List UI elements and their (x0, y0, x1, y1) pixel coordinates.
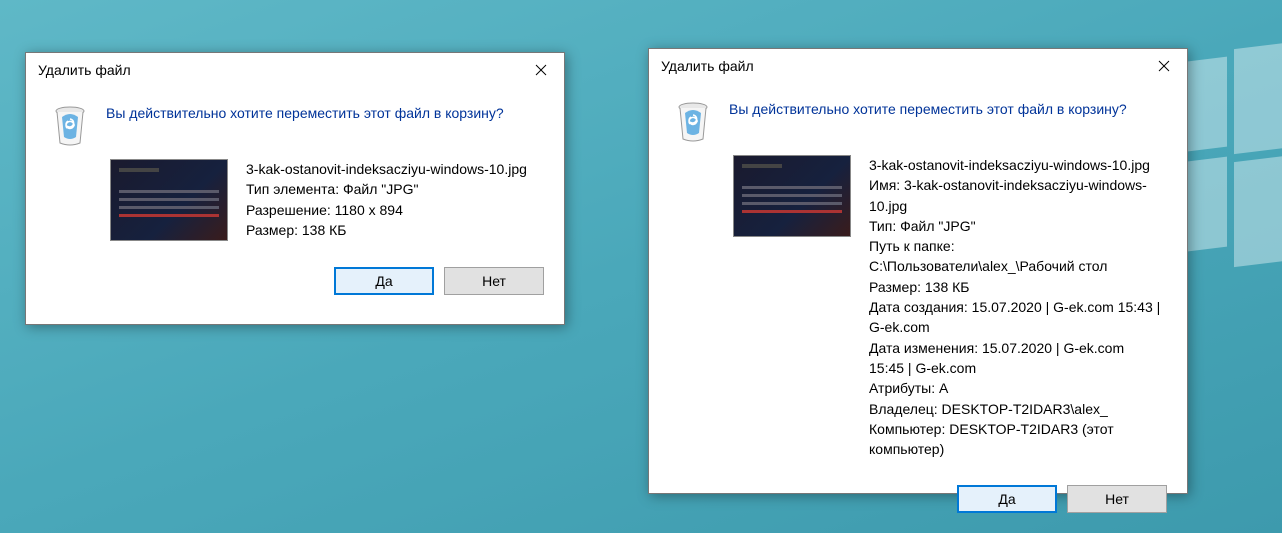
delete-file-dialog-simple: Удалить файл Вы действительно хотите пер… (25, 52, 565, 325)
detail-line: Владелец: DESKTOP-T2IDAR3\alex_ (869, 399, 1163, 419)
file-thumbnail (110, 159, 228, 241)
yes-button[interactable]: Да (334, 267, 434, 295)
dialog-title: Удалить файл (38, 62, 518, 78)
titlebar: Удалить файл (649, 49, 1187, 83)
close-button[interactable] (1141, 50, 1187, 82)
recycle-bin-icon (50, 101, 90, 149)
detail-line: Имя: 3-kak-ostanovit-indeksacziyu-window… (869, 175, 1163, 216)
detail-line: Путь к папке: C:\Пользователи\alex_\Рабо… (869, 236, 1163, 277)
detail-line: Атрибуты: A (869, 378, 1163, 398)
file-details: 3-kak-ostanovit-indeksacziyu-windows-10.… (869, 155, 1163, 459)
file-name: 3-kak-ostanovit-indeksacziyu-windows-10.… (869, 155, 1163, 175)
file-details: 3-kak-ostanovit-indeksacziyu-windows-10.… (246, 159, 527, 240)
dialog-title: Удалить файл (661, 58, 1141, 74)
no-button[interactable]: Нет (1067, 485, 1167, 513)
windows-logo-decor (1172, 0, 1282, 533)
file-name: 3-kak-ostanovit-indeksacziyu-windows-10.… (246, 159, 527, 179)
detail-line: Компьютер: DESKTOP-T2IDAR3 (этот компьют… (869, 419, 1163, 460)
close-button[interactable] (518, 54, 564, 86)
detail-line: Дата создания: 15.07.2020 | G-ek.com 15:… (869, 297, 1163, 338)
titlebar: Удалить файл (26, 53, 564, 87)
detail-line: Разрешение: 1180 x 894 (246, 200, 527, 220)
no-button[interactable]: Нет (444, 267, 544, 295)
file-thumbnail (733, 155, 851, 237)
detail-line: Тип: Файл "JPG" (869, 216, 1163, 236)
delete-file-dialog-detailed: Удалить файл Вы действительно хотите пер… (648, 48, 1188, 494)
detail-line: Тип элемента: Файл "JPG" (246, 179, 527, 199)
close-icon (535, 64, 547, 76)
close-icon (1158, 60, 1170, 72)
yes-button[interactable]: Да (957, 485, 1057, 513)
detail-line: Размер: 138 КБ (246, 220, 527, 240)
dialog-heading: Вы действительно хотите переместить этот… (106, 101, 504, 121)
dialog-heading: Вы действительно хотите переместить этот… (729, 97, 1127, 117)
detail-line: Размер: 138 КБ (869, 277, 1163, 297)
detail-line: Дата изменения: 15.07.2020 | G-ek.com 15… (869, 338, 1163, 379)
recycle-bin-icon (673, 97, 713, 145)
